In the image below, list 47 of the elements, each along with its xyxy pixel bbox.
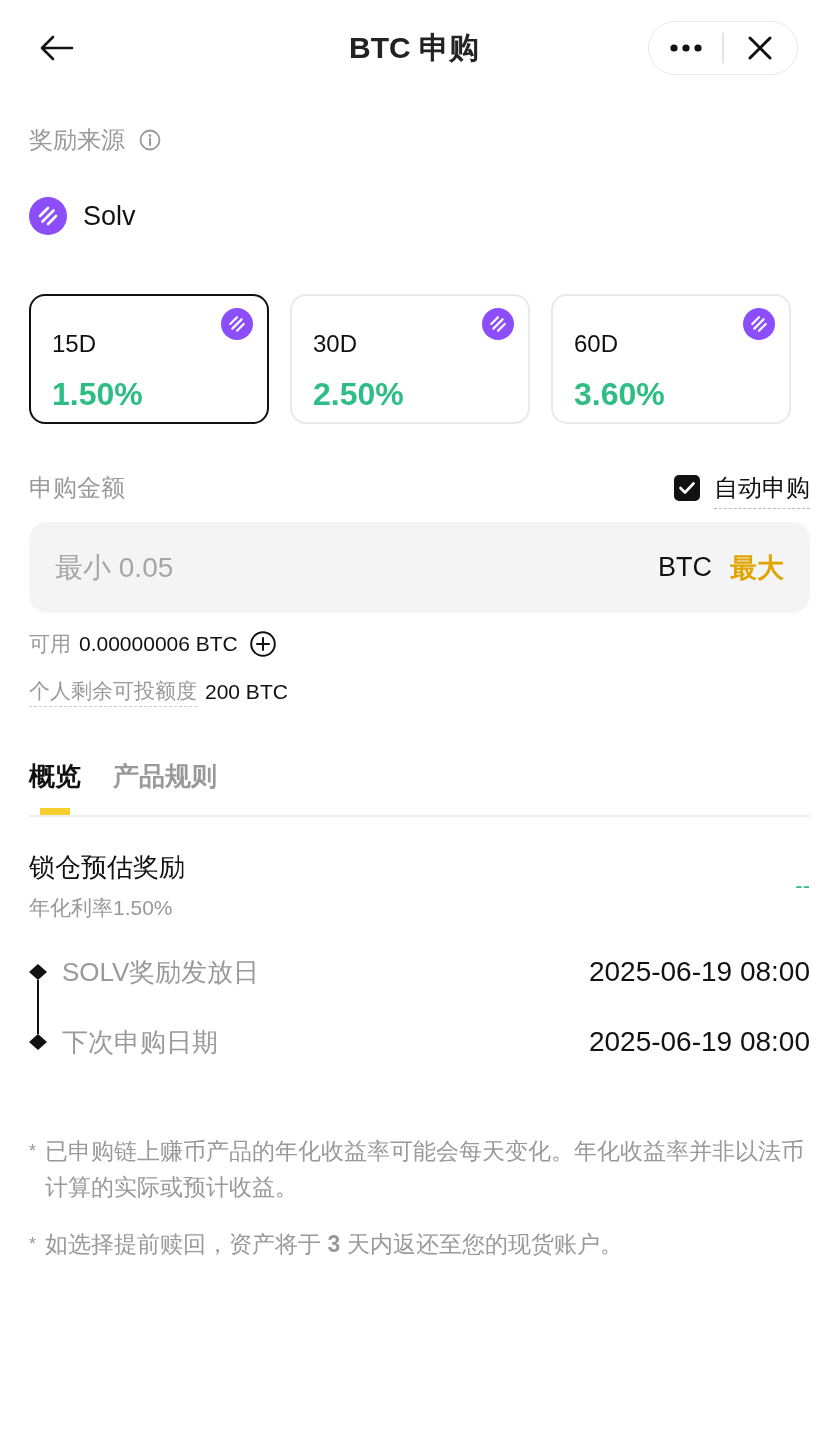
timeline-label: 下次申购日期	[62, 1025, 218, 1059]
timeline-line	[37, 980, 39, 1034]
disclaimer-note: 已申购链上赚币产品的年化收益率可能会每天变化。年化收益率并非以法币计算的实际或预计收益。	[45, 1137, 805, 1202]
tab[interactable]: 概览	[29, 760, 81, 815]
annual-rate-text: 年化利率1.50%	[29, 895, 174, 921]
quota-value: 200 BTC	[205, 680, 288, 704]
solv-logo-icon	[482, 308, 514, 340]
back-arrow-icon	[40, 35, 74, 61]
term-card[interactable]: 30D 2.50%	[290, 294, 530, 424]
add-circle-icon[interactable]	[249, 631, 276, 657]
disclaimer-note: 如选择提前赎回，资产将于 3 天内返还至您的现货账户。	[45, 1230, 623, 1259]
reward-source-label: 奖励来源	[29, 125, 125, 155]
quota-label: 个人剩余可投额度	[29, 677, 197, 707]
provider-name: Solv	[83, 200, 136, 232]
term-rate: 2.50%	[313, 374, 405, 413]
available-label: 可用	[29, 631, 71, 657]
estimated-reward-value: --	[795, 873, 810, 899]
auto-subscribe-label[interactable]: 自动申购	[714, 467, 810, 509]
currency-label: BTC	[658, 552, 712, 583]
diamond-icon	[29, 1034, 47, 1050]
reward-title: 锁仓预估奖励	[29, 851, 185, 884]
available-value: 0.00000006 BTC	[79, 632, 238, 656]
term-card[interactable]: 60D 3.60%	[551, 294, 791, 424]
auto-subscribe-checkbox[interactable]	[674, 475, 700, 501]
solv-logo-icon	[29, 197, 67, 235]
close-icon	[748, 36, 773, 60]
timeline-label: SOLV奖励发放日	[62, 955, 260, 989]
term-rate: 3.60%	[574, 374, 666, 413]
term-duration: 60D	[574, 328, 620, 359]
term-duration: 30D	[313, 328, 359, 359]
term-duration: 15D	[52, 328, 98, 359]
solv-logo-icon	[221, 308, 253, 340]
amount-input-field[interactable]: 最小 0.05 BTC 最大	[29, 522, 810, 613]
more-dots-icon	[669, 44, 702, 52]
term-rate: 1.50%	[52, 374, 144, 413]
solv-logo-icon	[743, 308, 775, 340]
note-asterisk: *	[29, 1233, 37, 1256]
page-title: BTC 申购	[349, 29, 479, 66]
term-card[interactable]: 15D 1.50%	[29, 294, 269, 424]
amount-label: 申购金额	[29, 473, 125, 503]
check-icon	[679, 482, 695, 494]
note-asterisk: *	[29, 1140, 37, 1163]
diamond-icon	[29, 964, 47, 980]
info-icon[interactable]	[139, 129, 161, 151]
timeline-date: 2025-06-19 08:00	[588, 956, 810, 988]
back-button[interactable]	[40, 35, 74, 61]
timeline-date: 2025-06-19 08:00	[588, 1026, 810, 1058]
